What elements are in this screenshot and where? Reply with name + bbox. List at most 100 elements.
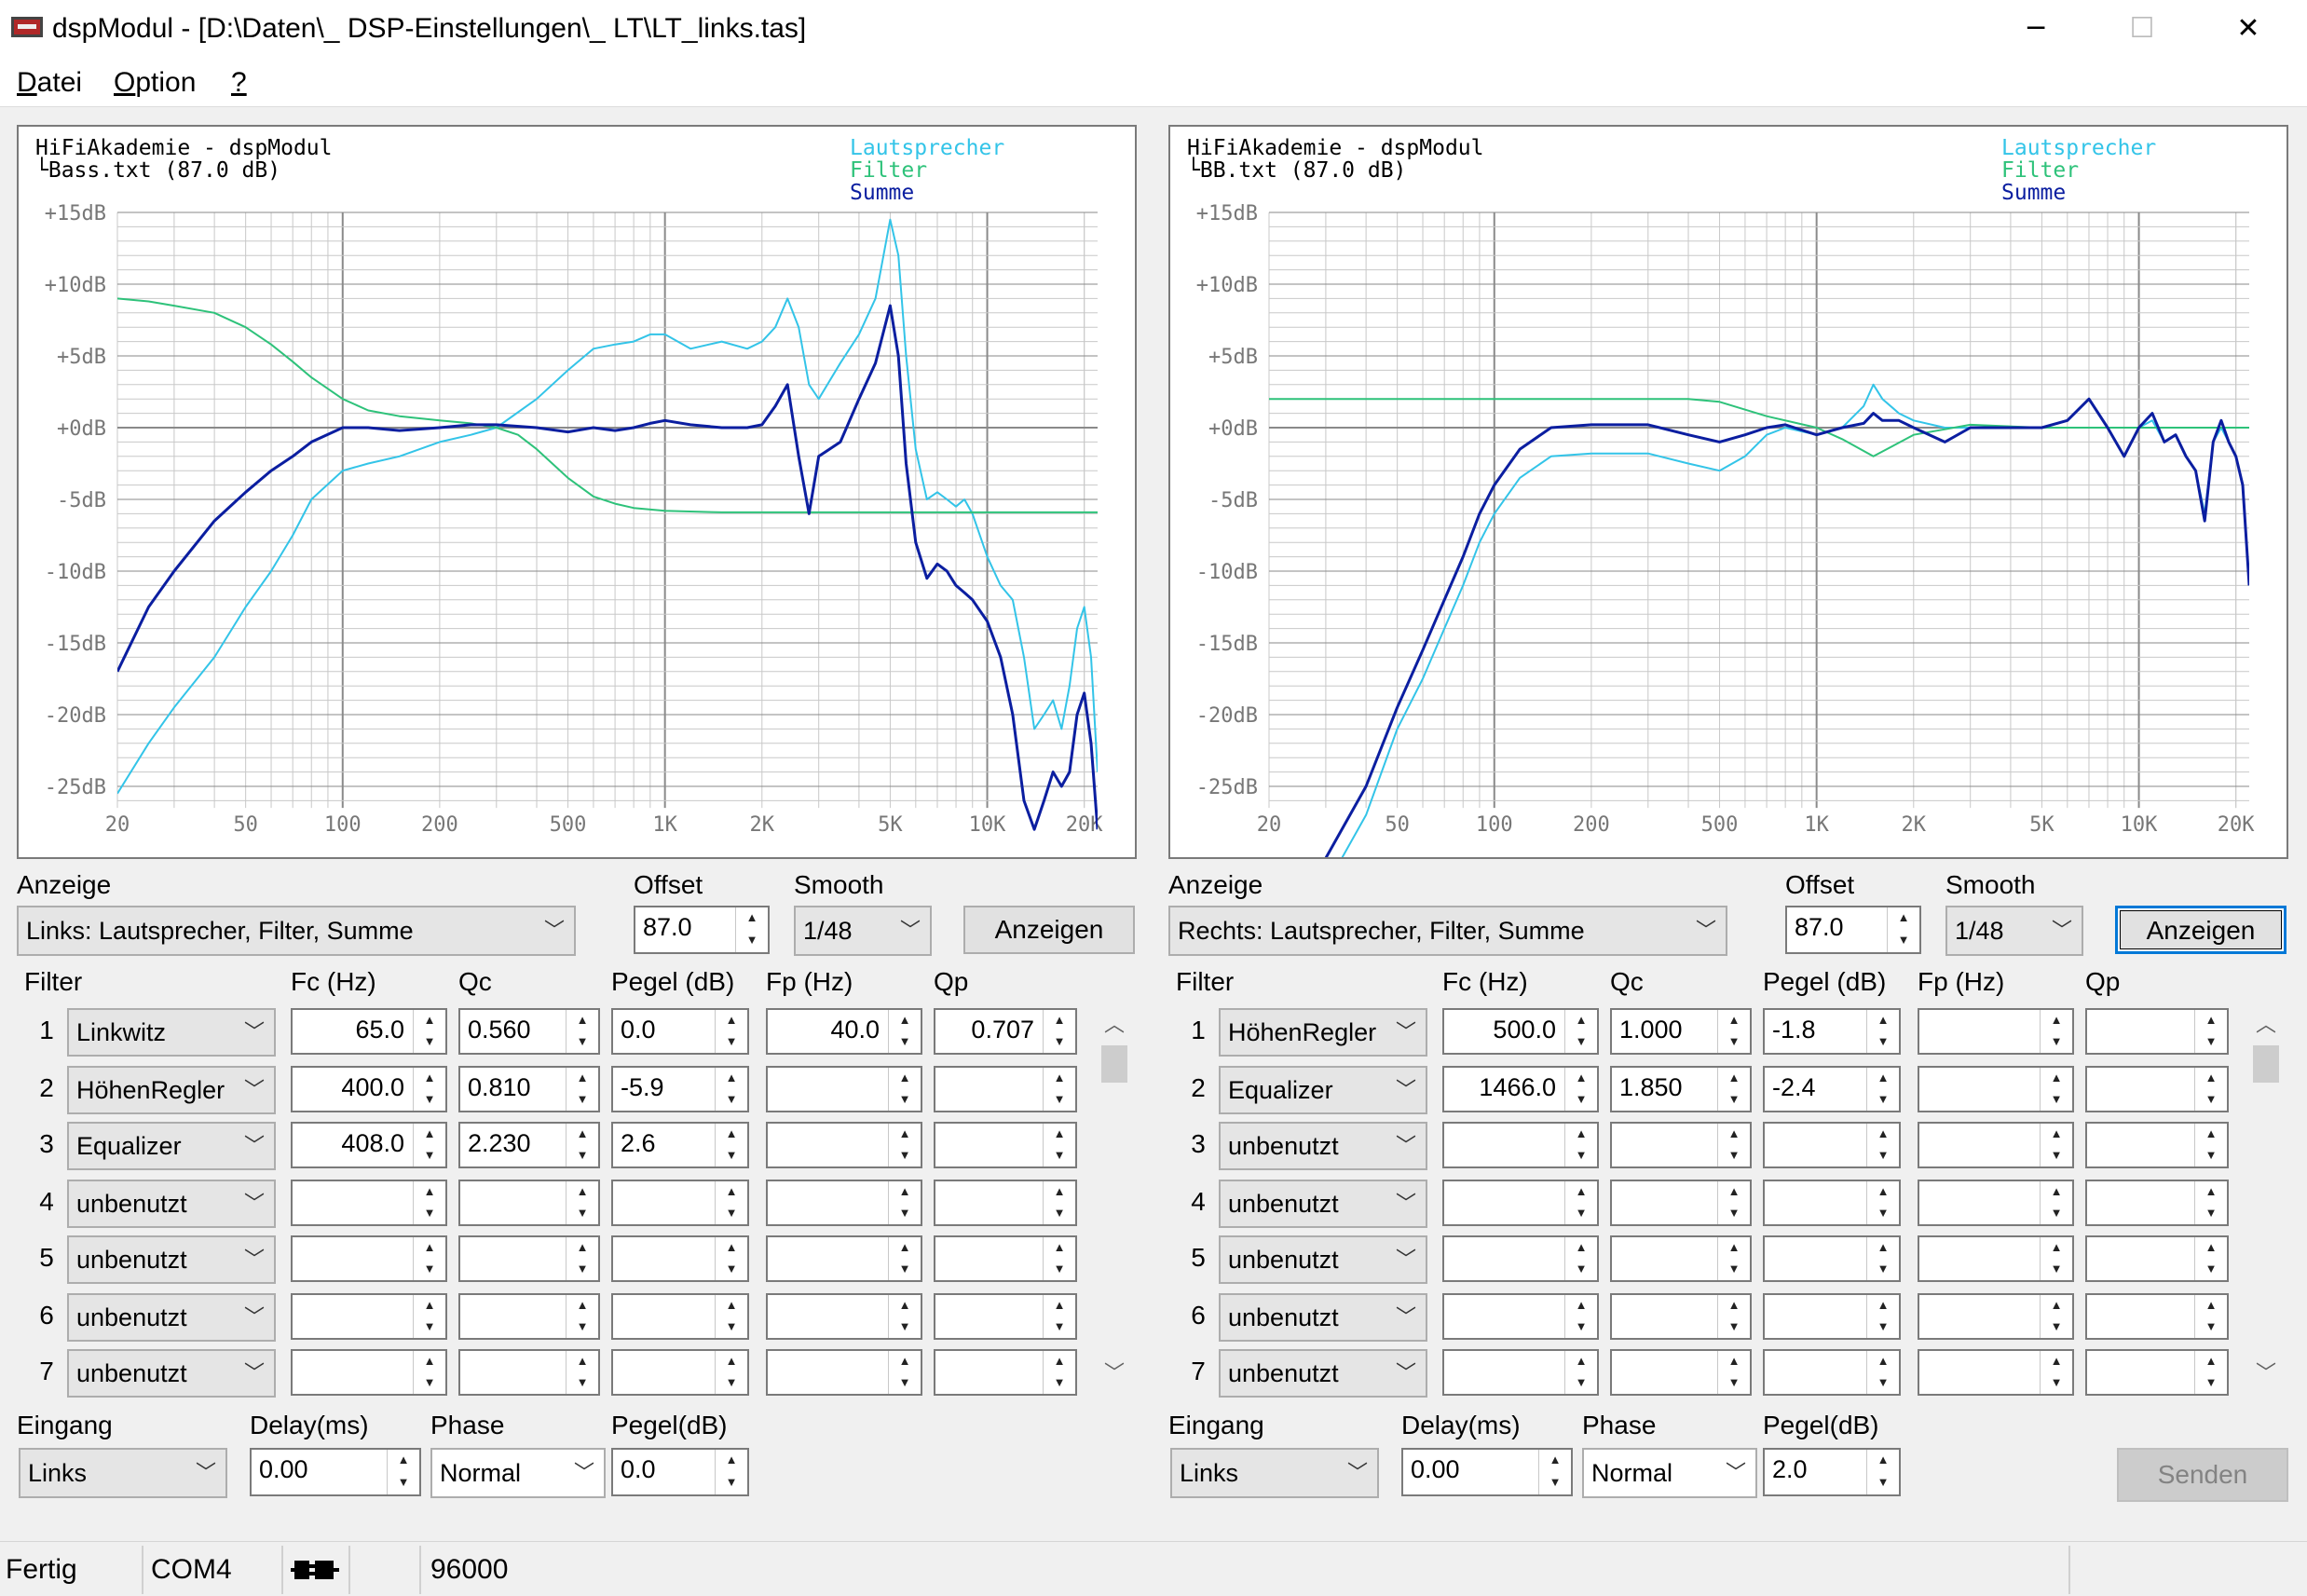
spin-up-icon[interactable]: ▲ xyxy=(716,1181,747,1203)
spin-down-icon[interactable]: ▼ xyxy=(1044,1145,1075,1166)
right-filter-fc-input[interactable]: ▲ ▼ xyxy=(1442,1349,1599,1396)
spin-down-icon[interactable]: ▼ xyxy=(889,1259,921,1280)
left-filter-pegel-input-spinner[interactable]: ▲ ▼ xyxy=(715,1237,747,1280)
spin-up-icon[interactable]: ▲ xyxy=(1565,1010,1597,1031)
right-filter-pegel-input-spinner[interactable]: ▲ ▼ xyxy=(1866,1237,1899,1280)
left-filter-fc-input[interactable]: 400.0 ▲ ▼ xyxy=(291,1066,447,1112)
spin-up-icon[interactable]: ▲ xyxy=(736,907,768,930)
right-filter-fc-input-spinner[interactable]: ▲ ▼ xyxy=(1564,1295,1597,1338)
spin-down-icon[interactable]: ▼ xyxy=(414,1316,445,1338)
right-filter-qc-input-spinner[interactable]: ▲ ▼ xyxy=(1717,1124,1750,1166)
left-filter-fp-input-spinner[interactable]: ▲ ▼ xyxy=(888,1124,921,1166)
left-filter-fp-input[interactable]: ▲ ▼ xyxy=(766,1180,922,1226)
right-filter-pegel-input[interactable]: ▲ ▼ xyxy=(1763,1122,1901,1168)
right-filter-pegel-input-spinner[interactable]: ▲ ▼ xyxy=(1866,1351,1899,1394)
right-filter-qc-input[interactable]: 1.000 ▲ ▼ xyxy=(1610,1008,1752,1055)
left-filter-qc-input[interactable]: 2.230 ▲ ▼ xyxy=(458,1122,600,1168)
spin-down-icon[interactable]: ▼ xyxy=(889,1372,921,1394)
left-filter-qc-input-spinner[interactable]: ▲ ▼ xyxy=(566,1068,598,1111)
left-filter-type-select[interactable]: unbenutzt ﹀ xyxy=(67,1349,276,1398)
spin-down-icon[interactable]: ▼ xyxy=(1867,1089,1899,1111)
left-filter-fp-input-spinner[interactable]: ▲ ▼ xyxy=(888,1237,921,1280)
left-filter-pegel-input[interactable]: ▲ ▼ xyxy=(611,1349,749,1396)
spin-up-icon[interactable]: ▲ xyxy=(1044,1295,1075,1316)
right-filter-qp-input[interactable]: ▲ ▼ xyxy=(2085,1180,2229,1226)
right-filter-qc-input[interactable]: 1.850 ▲ ▼ xyxy=(1610,1066,1752,1112)
spin-down-icon[interactable]: ▼ xyxy=(1044,1031,1075,1053)
spin-up-icon[interactable]: ▲ xyxy=(716,1010,747,1031)
left-eingang-select[interactable]: Links ﹀ xyxy=(19,1448,227,1498)
right-anzeige-select[interactable]: Rechts: Lautsprecher, Filter, Summe ﹀ xyxy=(1168,906,1727,956)
spin-down-icon[interactable]: ▼ xyxy=(1718,1203,1750,1224)
spin-up-icon[interactable]: ▲ xyxy=(2041,1351,2072,1372)
spin-down-icon[interactable]: ▼ xyxy=(1539,1472,1571,1494)
left-filter-type-select[interactable]: unbenutzt ﹀ xyxy=(67,1235,276,1284)
left-filter-pegel-input-spinner[interactable]: ▲ ▼ xyxy=(715,1181,747,1224)
scroll-up-icon[interactable]: ︿ xyxy=(2249,1008,2283,1038)
right-filter-qp-input-spinner[interactable]: ▲ ▼ xyxy=(2194,1237,2227,1280)
spin-down-icon[interactable]: ▼ xyxy=(1565,1089,1597,1111)
right-filter-qp-input-spinner[interactable]: ▲ ▼ xyxy=(2194,1351,2227,1394)
spin-down-icon[interactable]: ▼ xyxy=(889,1089,921,1111)
right-eingang-select[interactable]: Links ﹀ xyxy=(1170,1448,1379,1498)
right-filter-type-select[interactable]: Equalizer ﹀ xyxy=(1219,1066,1427,1114)
left-filter-qp-input[interactable]: ▲ ▼ xyxy=(934,1066,1077,1112)
spin-down-icon[interactable]: ▼ xyxy=(1867,1472,1899,1494)
spin-down-icon[interactable]: ▼ xyxy=(1888,930,1919,952)
spin-up-icon[interactable]: ▲ xyxy=(1044,1237,1075,1259)
right-filter-fp-input-spinner[interactable]: ▲ ▼ xyxy=(2040,1237,2072,1280)
spin-up-icon[interactable]: ▲ xyxy=(2041,1010,2072,1031)
spin-up-icon[interactable]: ▲ xyxy=(2195,1295,2227,1316)
spin-up-icon[interactable]: ▲ xyxy=(716,1295,747,1316)
spin-up-icon[interactable]: ▲ xyxy=(2195,1237,2227,1259)
right-filter-fc-input[interactable]: ▲ ▼ xyxy=(1442,1235,1599,1282)
spin-down-icon[interactable]: ▼ xyxy=(716,1089,747,1111)
left-filter-fc-input-spinner[interactable]: ▲ ▼ xyxy=(413,1295,445,1338)
right-filter-qp-input[interactable]: ▲ ▼ xyxy=(2085,1235,2229,1282)
spin-up-icon[interactable]: ▲ xyxy=(1539,1450,1571,1472)
left-smooth-select[interactable]: 1/48 ﹀ xyxy=(794,906,932,956)
left-filter-qc-input[interactable]: ▲ ▼ xyxy=(458,1180,600,1226)
right-filter-fp-input-spinner[interactable]: ▲ ▼ xyxy=(2040,1295,2072,1338)
spin-down-icon[interactable]: ▼ xyxy=(716,1259,747,1280)
spin-up-icon[interactable]: ▲ xyxy=(1867,1295,1899,1316)
spin-up-icon[interactable]: ▲ xyxy=(716,1124,747,1145)
spin-down-icon[interactable]: ▼ xyxy=(2195,1145,2227,1166)
spin-up-icon[interactable]: ▲ xyxy=(1718,1351,1750,1372)
right-filter-qc-input[interactable]: ▲ ▼ xyxy=(1610,1180,1752,1226)
right-delay-input[interactable]: 0.00 ▲ ▼ xyxy=(1401,1448,1573,1496)
right-filter-pegel-input-spinner[interactable]: ▲ ▼ xyxy=(1866,1295,1899,1338)
spin-up-icon[interactable]: ▲ xyxy=(1718,1295,1750,1316)
spin-down-icon[interactable]: ▼ xyxy=(567,1089,598,1111)
spin-up-icon[interactable]: ▲ xyxy=(1718,1068,1750,1089)
spin-down-icon[interactable]: ▼ xyxy=(1867,1316,1899,1338)
spin-up-icon[interactable]: ▲ xyxy=(889,1351,921,1372)
spin-up-icon[interactable]: ▲ xyxy=(567,1237,598,1259)
spin-down-icon[interactable]: ▼ xyxy=(2195,1089,2227,1111)
right-filter-pegel-input[interactable]: ▲ ▼ xyxy=(1763,1235,1901,1282)
left-filter-fp-input-spinner[interactable]: ▲ ▼ xyxy=(888,1181,921,1224)
spin-down-icon[interactable]: ▼ xyxy=(567,1259,598,1280)
left-filter-fp-input[interactable]: ▲ ▼ xyxy=(766,1235,922,1282)
left-filter-pegel-input-spinner[interactable]: ▲ ▼ xyxy=(715,1295,747,1338)
left-filter-qp-input-spinner[interactable]: ▲ ▼ xyxy=(1043,1181,1075,1224)
spin-down-icon[interactable]: ▼ xyxy=(889,1203,921,1224)
left-filter-qc-input[interactable]: 0.560 ▲ ▼ xyxy=(458,1008,600,1055)
left-filter-qc-input-spinner[interactable]: ▲ ▼ xyxy=(566,1295,598,1338)
spin-up-icon[interactable]: ▲ xyxy=(1044,1181,1075,1203)
spin-up-icon[interactable]: ▲ xyxy=(1565,1068,1597,1089)
spin-down-icon[interactable]: ▼ xyxy=(716,1372,747,1394)
left-filter-type-select[interactable]: unbenutzt ﹀ xyxy=(67,1180,276,1228)
spin-up-icon[interactable]: ▲ xyxy=(1044,1124,1075,1145)
spin-down-icon[interactable]: ▼ xyxy=(567,1203,598,1224)
spin-up-icon[interactable]: ▲ xyxy=(2195,1181,2227,1203)
spin-up-icon[interactable]: ▲ xyxy=(1044,1010,1075,1031)
spin-up-icon[interactable]: ▲ xyxy=(1565,1124,1597,1145)
left-filter-qc-input[interactable]: ▲ ▼ xyxy=(458,1349,600,1396)
right-filter-fp-input-spinner[interactable]: ▲ ▼ xyxy=(2040,1124,2072,1166)
spin-up-icon[interactable]: ▲ xyxy=(1718,1010,1750,1031)
right-filter-fp-input[interactable]: ▲ ▼ xyxy=(1918,1180,2074,1226)
spin-down-icon[interactable]: ▼ xyxy=(1718,1031,1750,1053)
left-filter-fc-input-spinner[interactable]: ▲ ▼ xyxy=(413,1237,445,1280)
spin-up-icon[interactable]: ▲ xyxy=(414,1295,445,1316)
